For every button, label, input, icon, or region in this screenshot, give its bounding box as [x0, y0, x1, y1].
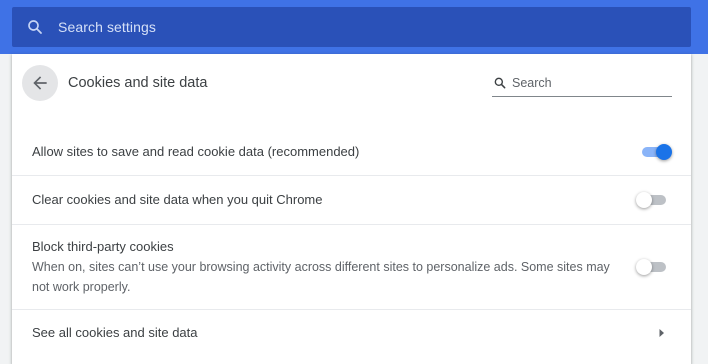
toggle-knob	[656, 144, 672, 160]
top-toolbar: Search settings	[0, 0, 708, 54]
toggle-knob	[636, 259, 652, 275]
setting-label: Allow sites to save and read cookie data…	[32, 144, 360, 159]
clear-on-quit-toggle[interactable]	[636, 191, 668, 209]
back-button[interactable]	[22, 65, 58, 101]
toggle-knob	[636, 192, 652, 208]
cookies-search-input[interactable]: Search	[512, 76, 552, 90]
page-title: Cookies and site data	[68, 75, 208, 91]
setting-label: See all cookies and site data	[32, 325, 198, 340]
setting-label: Clear cookies and site data when you qui…	[32, 192, 323, 207]
cookies-settings-card: Cookies and site data Search Allow sites…	[12, 54, 691, 364]
search-icon	[494, 77, 506, 89]
block-third-party-toggle[interactable]	[636, 258, 668, 276]
setting-row-clear-on-quit[interactable]: Clear cookies and site data when you qui…	[12, 176, 691, 224]
settings-search-input[interactable]: Search settings	[58, 19, 156, 35]
setting-row-allow-cookies[interactable]: Allow sites to save and read cookie data…	[12, 129, 691, 175]
settings-search-box[interactable]: Search settings	[12, 7, 691, 47]
setting-label: Block third-party cookies	[32, 239, 174, 254]
setting-description: When on, sites can’t use your browsing a…	[32, 260, 610, 294]
cookies-search-field[interactable]: Search	[492, 74, 672, 97]
setting-row-see-all-cookies[interactable]: See all cookies and site data	[12, 310, 691, 356]
arrow-back-icon	[33, 76, 47, 90]
search-icon	[26, 18, 44, 36]
setting-row-block-third-party[interactable]: Block third-party cookies When on, sites…	[12, 225, 691, 309]
chevron-right-icon	[659, 329, 664, 337]
allow-cookies-toggle[interactable]	[640, 143, 672, 161]
